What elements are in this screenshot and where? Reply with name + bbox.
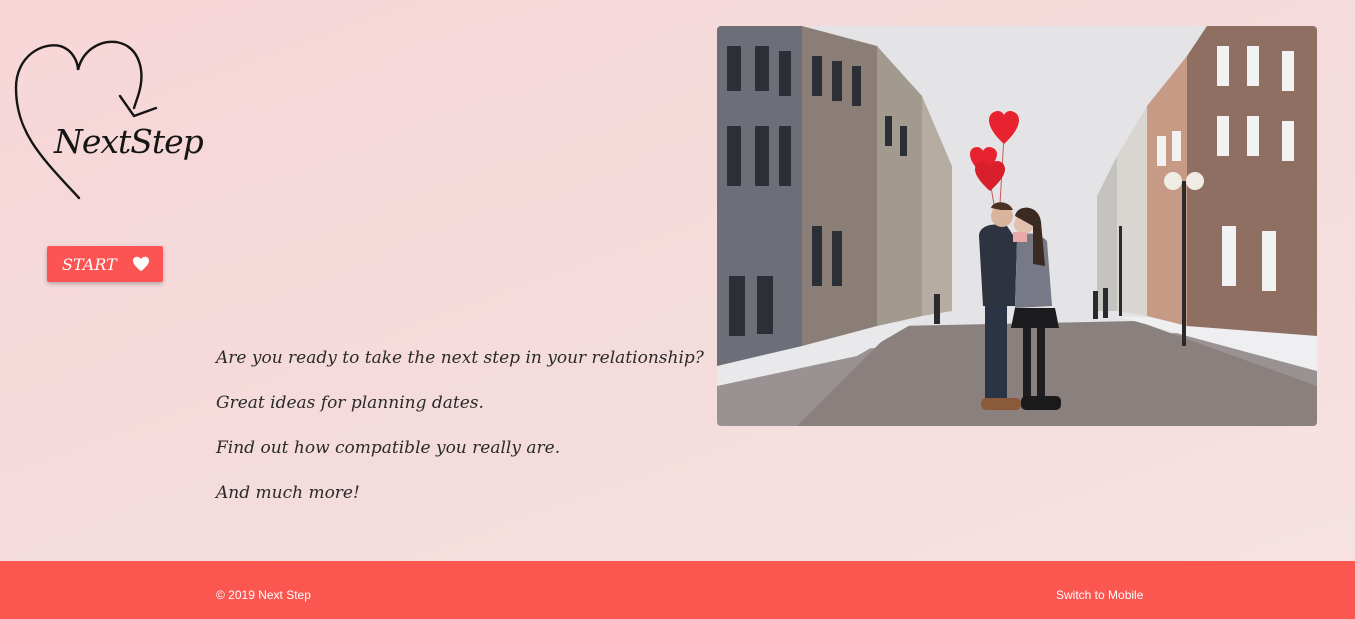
intro-text: Are you ready to take the next step in y… (216, 347, 704, 527)
switch-to-mobile-link[interactable]: Switch to Mobile (1056, 588, 1143, 602)
intro-line: Find out how compatible you really are. (216, 438, 561, 458)
intro-line: And much more! (216, 483, 360, 503)
start-button[interactable]: START (47, 246, 163, 282)
start-button-label: START (62, 254, 117, 274)
footer: © 2019 Next Step Switch to Mobile (0, 561, 1355, 619)
logo-text: NextStep (54, 122, 204, 161)
heart-arrow-icon (14, 40, 158, 200)
logo: NextStep (12, 38, 204, 204)
intro-line: Great ideas for planning dates. (216, 393, 484, 413)
copyright-text: © 2019 Next Step (216, 588, 311, 602)
couple-street-photo (717, 26, 1317, 426)
intro-line: Are you ready to take the next step in y… (216, 348, 704, 368)
heart-icon (132, 256, 149, 272)
hero-image (717, 26, 1317, 426)
